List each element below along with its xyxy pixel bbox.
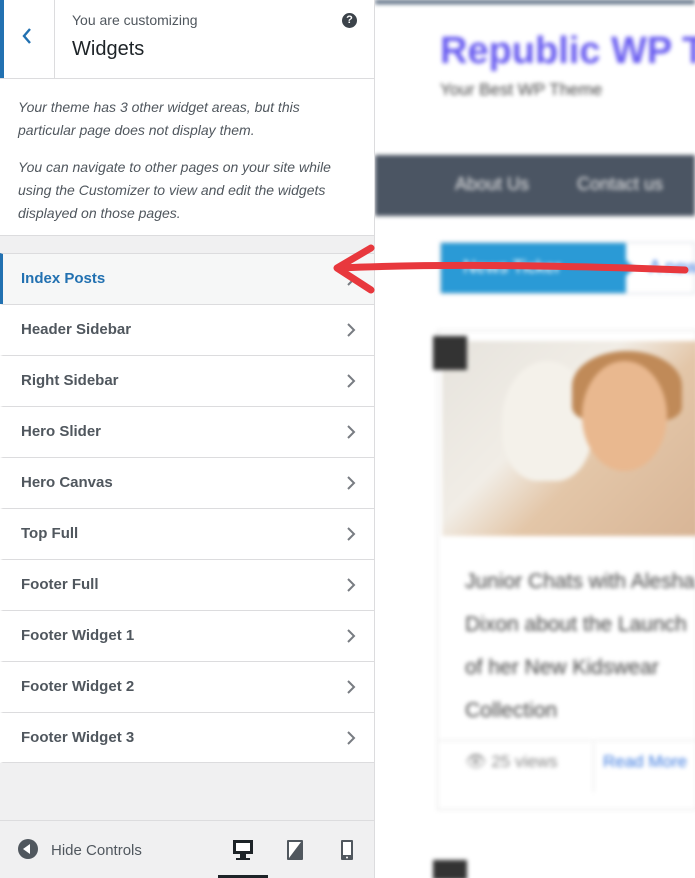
widget-area-list: Index Posts Header Sidebar Right Sidebar… xyxy=(0,253,374,763)
panel-description: Your theme has 3 other widget areas, but… xyxy=(0,79,374,236)
tablet-preview-button[interactable] xyxy=(282,836,308,864)
eye-icon: 👁︎ xyxy=(465,752,492,771)
post-meta-divider xyxy=(437,740,695,741)
chevron-right-icon xyxy=(347,629,356,643)
tablet-icon xyxy=(287,840,303,860)
widget-area-label: Footer Widget 1 xyxy=(21,627,135,644)
customizer-header: You are customizing Widgets ? xyxy=(0,0,374,79)
post-image[interactable] xyxy=(442,341,695,536)
widget-area-footer-widget-2[interactable]: Footer Widget 2 xyxy=(0,661,374,712)
widget-area-right-sidebar[interactable]: Right Sidebar xyxy=(0,355,374,406)
mobile-preview-button[interactable] xyxy=(334,836,360,864)
back-button[interactable] xyxy=(0,0,55,78)
chevron-right-icon xyxy=(347,680,356,694)
widget-area-label: Right Sidebar xyxy=(21,372,119,389)
desktop-preview-button[interactable] xyxy=(218,836,268,878)
site-preview[interactable]: Republic WP T Your Best WP Theme About U… xyxy=(375,0,695,878)
widget-area-label: Footer Widget 2 xyxy=(21,678,135,695)
widget-area-index-posts[interactable]: Index Posts xyxy=(0,253,374,304)
header-subtitle: You are customizing xyxy=(72,12,198,28)
widget-area-hero-slider[interactable]: Hero Slider xyxy=(0,406,374,457)
widget-area-footer-full[interactable]: Footer Full xyxy=(0,559,374,610)
read-more-link[interactable]: Read More xyxy=(603,752,687,772)
widget-area-hero-canvas[interactable]: Hero Canvas xyxy=(0,457,374,508)
widget-area-header-sidebar[interactable]: Header Sidebar xyxy=(0,304,374,355)
widget-area-footer-widget-3[interactable]: Footer Widget 3 xyxy=(0,712,374,763)
chevron-right-icon xyxy=(347,323,356,337)
nav-item[interactable]: Contact us xyxy=(577,174,663,195)
widget-area-label: Footer Full xyxy=(21,576,99,593)
customizer-footer: Hide Controls xyxy=(0,820,374,878)
chevron-right-icon xyxy=(347,578,356,592)
description-paragraph: Your theme has 3 other widget areas, but… xyxy=(18,99,300,138)
collapse-arrow-icon[interactable] xyxy=(18,839,38,859)
chevron-right-icon xyxy=(347,731,356,745)
annotation-arrow-icon xyxy=(333,244,689,294)
help-icon[interactable]: ? xyxy=(342,13,357,28)
panel-title: Widgets xyxy=(72,38,145,60)
chevron-right-icon xyxy=(347,476,356,490)
post-views: 👁︎ 25 views xyxy=(465,752,557,772)
chevron-right-icon xyxy=(347,374,356,388)
widget-area-label: Footer Widget 3 xyxy=(21,729,135,746)
site-navbar: About Us Contact us xyxy=(375,155,695,216)
widget-area-label: Index Posts xyxy=(21,270,106,287)
chevron-right-icon xyxy=(347,527,356,541)
widget-area-label: Hero Slider xyxy=(21,423,102,440)
nav-item[interactable]: About Us xyxy=(455,174,529,195)
description-paragraph: You can navigate to other pages on your … xyxy=(18,159,331,221)
desktop-icon xyxy=(233,840,253,860)
mobile-icon xyxy=(341,840,353,860)
widget-area-top-full[interactable]: Top Full xyxy=(0,508,374,559)
chevron-right-icon xyxy=(347,425,356,439)
customizer-sidebar: You are customizing Widgets ? Your theme… xyxy=(0,0,375,878)
widget-area-footer-widget-1[interactable]: Footer Widget 1 xyxy=(0,610,374,661)
site-tagline: Your Best WP Theme xyxy=(440,80,603,99)
widget-area-label: Hero Canvas xyxy=(21,474,113,491)
face-shape xyxy=(582,361,667,471)
meta-separator xyxy=(593,742,594,792)
post-format-badge xyxy=(433,336,467,370)
site-title[interactable]: Republic WP T xyxy=(440,30,695,73)
widget-area-label: Top Full xyxy=(21,525,79,542)
preview-topline xyxy=(375,0,695,4)
chevron-left-icon xyxy=(22,28,31,44)
hide-controls-button[interactable]: Hide Controls xyxy=(51,842,142,859)
post-title[interactable]: Junior Chats with Alesha Dixon about the… xyxy=(465,560,695,732)
post-format-badge xyxy=(433,860,467,878)
widget-area-label: Header Sidebar xyxy=(21,321,132,338)
views-count: 25 views xyxy=(491,752,558,771)
